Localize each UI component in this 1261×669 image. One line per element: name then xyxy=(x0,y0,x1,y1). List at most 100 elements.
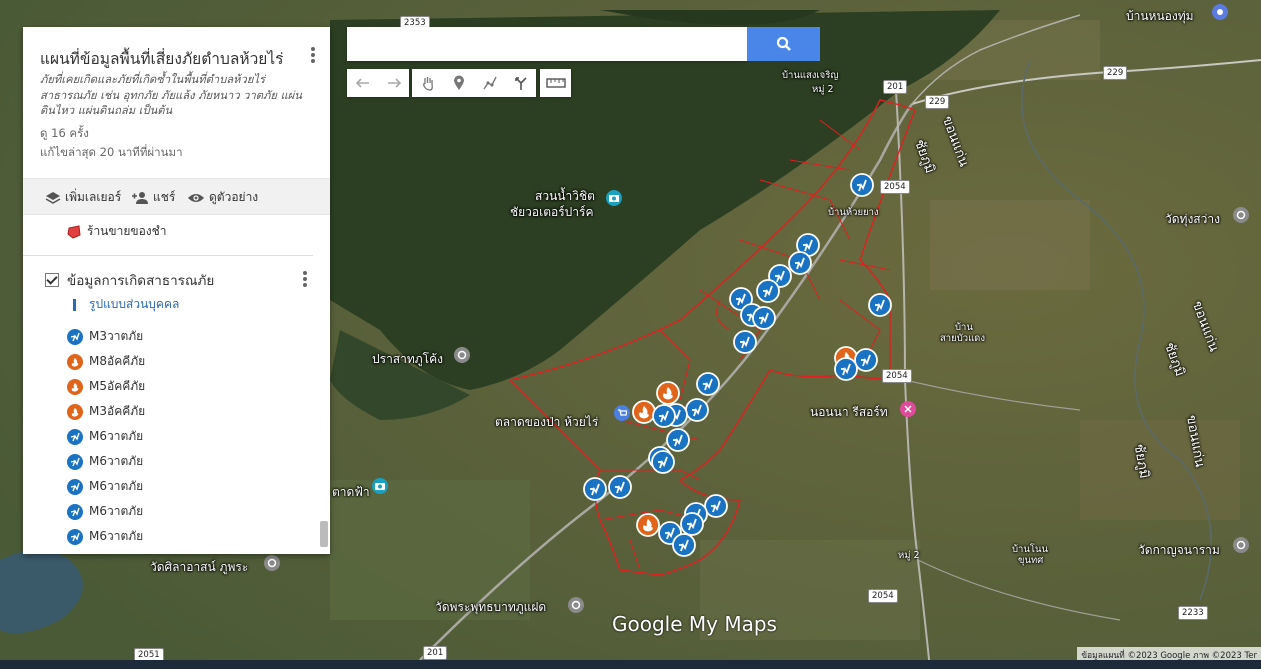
windstorm-marker[interactable] xyxy=(672,533,696,557)
share-button[interactable]: แชร์ xyxy=(131,188,175,207)
pan-hand-button[interactable] xyxy=(412,69,443,97)
eye-icon xyxy=(188,193,204,202)
base-map-layer[interactable]: ร้านขายของชำ xyxy=(67,222,167,241)
place-label: ชัยวอเตอร์ปาร์ค xyxy=(510,205,594,219)
panel-scrollbar[interactable] xyxy=(320,521,328,547)
list-item-label: M6วาตภัย xyxy=(89,479,144,493)
road-shield: 201 xyxy=(423,646,448,660)
individual-style-link[interactable]: รูปแบบส่วนบุคคล xyxy=(73,295,179,314)
hand-icon xyxy=(422,77,433,91)
place-label: สายบัวแดง xyxy=(940,333,985,344)
list-item[interactable]: M6วาตภัย xyxy=(67,499,145,524)
resort-icon[interactable] xyxy=(900,401,916,417)
windstorm-marker[interactable] xyxy=(685,398,709,422)
temple-icon[interactable] xyxy=(1233,537,1249,553)
panel-actions: เพิ่มเลเยอร์ แชร์ ดูตัวอย่าง xyxy=(23,178,330,215)
windstorm-marker[interactable] xyxy=(608,475,632,499)
style-link-label: รูปแบบส่วนบุคคล xyxy=(89,297,180,311)
google-my-maps-logo: Google My Maps xyxy=(612,612,777,636)
add-person-icon xyxy=(132,191,148,204)
preview-label: ดูตัวอย่าง xyxy=(209,190,259,204)
windstorm-marker[interactable] xyxy=(583,477,607,501)
fire-marker[interactable] xyxy=(656,381,680,405)
place-label: วัดกาญจนาราม xyxy=(1138,543,1220,557)
list-item[interactable]: M6วาตภัย xyxy=(67,474,145,499)
shopping-cart-icon[interactable] xyxy=(614,405,630,421)
list-item-label: M8อัคคีภัย xyxy=(89,354,146,368)
layer-header[interactable]: ข้อมูลการเกิดสาธารณภัย xyxy=(45,269,214,291)
paint-roller-icon xyxy=(73,298,83,311)
fire-icon xyxy=(67,353,83,370)
temple-icon[interactable] xyxy=(1233,207,1249,223)
layer-options-menu-icon[interactable] xyxy=(300,269,310,289)
windstorm-marker[interactable] xyxy=(680,512,704,536)
ruler-icon xyxy=(545,78,566,88)
windstorm-marker[interactable] xyxy=(666,428,690,452)
wind-icon xyxy=(67,453,83,470)
windstorm-marker[interactable] xyxy=(868,293,892,317)
road-shield: 229 xyxy=(1103,66,1128,80)
place-label: ขุนทศ xyxy=(1018,555,1044,566)
search-button[interactable] xyxy=(747,27,820,61)
measure-group xyxy=(540,69,571,97)
windstorm-marker[interactable] xyxy=(652,404,676,428)
draw-line-icon xyxy=(482,76,497,90)
redo-button[interactable] xyxy=(378,69,409,97)
directions-button[interactable] xyxy=(505,69,536,97)
camera-icon[interactable] xyxy=(372,478,388,494)
windstorm-marker[interactable] xyxy=(850,173,874,197)
list-item[interactable]: M6วาตภัย xyxy=(67,424,145,449)
undo-icon xyxy=(355,78,369,88)
map-options-menu-icon[interactable] xyxy=(308,45,318,65)
fire-marker[interactable] xyxy=(632,400,656,424)
windstorm-marker[interactable] xyxy=(704,494,728,518)
os-taskbar xyxy=(0,660,1261,669)
pin-icon[interactable] xyxy=(1212,4,1228,20)
list-item[interactable]: M6วาตภัย xyxy=(67,524,145,549)
list-item[interactable]: M3วาตภัย xyxy=(67,324,145,349)
road-shield: 201 xyxy=(883,80,908,94)
windstorm-marker[interactable] xyxy=(854,348,878,372)
place-label: ตลาดของป่า ห้วยไร่ xyxy=(495,415,599,429)
place-label: วัดพระพุทธบาทภูแฝด xyxy=(435,600,547,614)
undo-redo-group xyxy=(347,69,409,97)
place-label: วัดทุ่งสว่าง xyxy=(1165,212,1220,226)
wind-icon xyxy=(67,428,83,445)
map-description[interactable]: ภัยที่เคยเกิดและภัยที่เกิดซ้ำในพื้นที่ตำ… xyxy=(40,72,315,119)
add-marker-button[interactable] xyxy=(443,69,474,97)
undo-button[interactable] xyxy=(347,69,378,97)
preview-button[interactable]: ดูตัวอย่าง xyxy=(187,188,258,207)
list-item-label: M6วาตภัย xyxy=(89,454,144,468)
windstorm-marker[interactable] xyxy=(756,279,780,303)
windstorm-marker[interactable] xyxy=(696,372,720,396)
road-shield: 2054 xyxy=(882,369,912,383)
add-layer-button[interactable]: เพิ่มเลเยอร์ xyxy=(45,188,121,207)
list-item-label: M3วาตภัย xyxy=(89,329,144,343)
place-label: นอนนา รีสอร์ท xyxy=(810,405,888,419)
layer-visibility-checkbox[interactable] xyxy=(45,273,59,287)
list-item-label: M3อัคคีภัย xyxy=(89,404,146,418)
list-item[interactable]: M3อัคคีภัย xyxy=(67,399,145,424)
map-title[interactable]: แผนที่ข้อมูลพื้นที่เสี่ยงภัยตำบลห้วยไร่ xyxy=(40,46,302,71)
fire-marker[interactable] xyxy=(636,513,660,537)
draw-line-button[interactable] xyxy=(474,69,505,97)
search-input[interactable] xyxy=(347,27,747,61)
temple-icon[interactable] xyxy=(264,555,280,571)
windstorm-marker[interactable] xyxy=(733,330,757,354)
list-item[interactable]: M6วาตภัย xyxy=(67,449,145,474)
layer-title: ข้อมูลการเกิดสาธารณภัย xyxy=(67,273,215,289)
place-label: หมู่ 2 xyxy=(898,550,920,561)
camera-icon[interactable] xyxy=(606,190,622,206)
list-item[interactable]: M5อัคคีภัย xyxy=(67,374,145,399)
measure-button[interactable] xyxy=(540,69,571,97)
windstorm-marker[interactable] xyxy=(651,450,675,474)
list-item[interactable]: M8อัคคีภัย xyxy=(67,349,145,374)
list-item-label: M6วาตภัย xyxy=(89,504,144,518)
temple-icon[interactable] xyxy=(568,597,584,613)
layer-item-list: M3วาตภัย M8อัคคีภัย M5อัคคีภัย M3อัคคีภั… xyxy=(67,324,145,549)
windstorm-marker[interactable] xyxy=(752,306,776,330)
temple-icon[interactable] xyxy=(454,347,470,363)
windstorm-marker[interactable] xyxy=(788,251,812,275)
place-label: วัดศิลาอาสน์ ภูพระ xyxy=(150,560,249,574)
windstorm-marker[interactable] xyxy=(834,357,858,381)
